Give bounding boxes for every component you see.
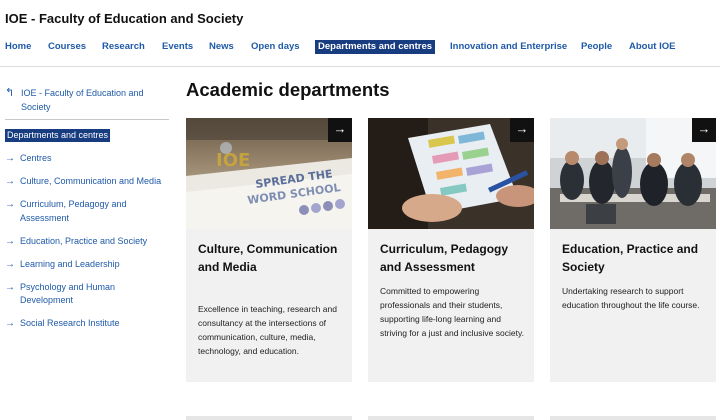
arrow-right-icon[interactable]: → (510, 118, 534, 142)
sidebar-item-curriculum-pedagogy-assessment[interactable]: → Curriculum, Pedagogy and Assessment (5, 198, 165, 225)
arrow-right-icon[interactable]: → (692, 118, 716, 142)
sidebar-item-social-research-institute[interactable]: → Social Research Institute (5, 317, 165, 331)
nav-home[interactable]: Home (5, 41, 31, 52)
department-card[interactable]: → Education, Practice and Society Undert… (550, 118, 716, 382)
card-title[interactable]: Education, Practice and Society (562, 241, 708, 276)
nav-research[interactable]: Research (102, 41, 145, 52)
top-navigation: Home Courses Research Events News Open d… (0, 40, 720, 60)
sidebar-list: → Centres → Culture, Communication and M… (5, 152, 165, 340)
sidebar-item-learning-leadership[interactable]: → Learning and Leadership (5, 258, 165, 272)
next-card-peek (550, 416, 716, 420)
card-description: Committed to empowering professionals an… (380, 286, 524, 338)
nav-open-days[interactable]: Open days (251, 41, 300, 52)
next-card-peek (186, 416, 352, 420)
nav-people[interactable]: People (581, 41, 612, 52)
nav-events[interactable]: Events (162, 41, 193, 52)
department-card[interactable]: IOE SPREAD THE WORD SCHOOL → Culture, Co… (186, 118, 352, 382)
arrow-right-icon[interactable]: → (328, 118, 352, 142)
department-card[interactable]: → Curriculum, Pedagogy and Assessment Co… (368, 118, 534, 382)
nav-departments-and-centres[interactable]: Departments and centres (315, 40, 436, 54)
site-title[interactable]: IOE - Faculty of Education and Society (5, 11, 243, 26)
right-arrow-icon: → (5, 235, 15, 247)
sidebar-divider (5, 119, 169, 120)
nav-news[interactable]: News (209, 41, 234, 52)
right-arrow-icon: → (5, 199, 15, 210)
sidebar-item-psychology-human-development[interactable]: → Psychology and Human Development (5, 281, 165, 308)
right-arrow-icon: → (5, 318, 15, 329)
sidebar-item-culture-communication-media[interactable]: → Culture, Communication and Media (5, 175, 165, 189)
nav-about-ioe[interactable]: About IOE (629, 41, 675, 52)
right-arrow-icon: → (5, 281, 15, 293)
right-arrow-icon: → (5, 258, 15, 270)
svg-text:IOE: IOE (216, 150, 250, 171)
return-arrow-icon: ↰ (5, 87, 15, 99)
back-link-label: IOE - Faculty of Education and Society (21, 88, 144, 112)
sidebar-item-education-practice-society[interactable]: → Education, Practice and Society (5, 235, 165, 249)
card-description: Undertaking research to support educatio… (562, 286, 700, 310)
sidebar-current-page: Departments and centres (5, 129, 111, 142)
next-card-peek (368, 416, 534, 420)
right-arrow-icon: → (5, 176, 15, 187)
back-link[interactable]: ↰ IOE - Faculty of Education and Society (5, 86, 165, 114)
sidebar-item-centres[interactable]: → Centres (5, 152, 165, 166)
page-heading: Academic departments (186, 79, 390, 100)
card-title[interactable]: Culture, Communication and Media (198, 241, 344, 276)
card-title[interactable]: Curriculum, Pedagogy and Assessment (380, 241, 526, 276)
card-description: Excellence in teaching, research and con… (198, 304, 337, 356)
nav-divider (0, 66, 720, 67)
nav-innovation-and-enterprise[interactable]: Innovation and Enterprise (450, 41, 567, 52)
nav-courses[interactable]: Courses (48, 41, 86, 52)
right-arrow-icon: → (5, 153, 15, 164)
